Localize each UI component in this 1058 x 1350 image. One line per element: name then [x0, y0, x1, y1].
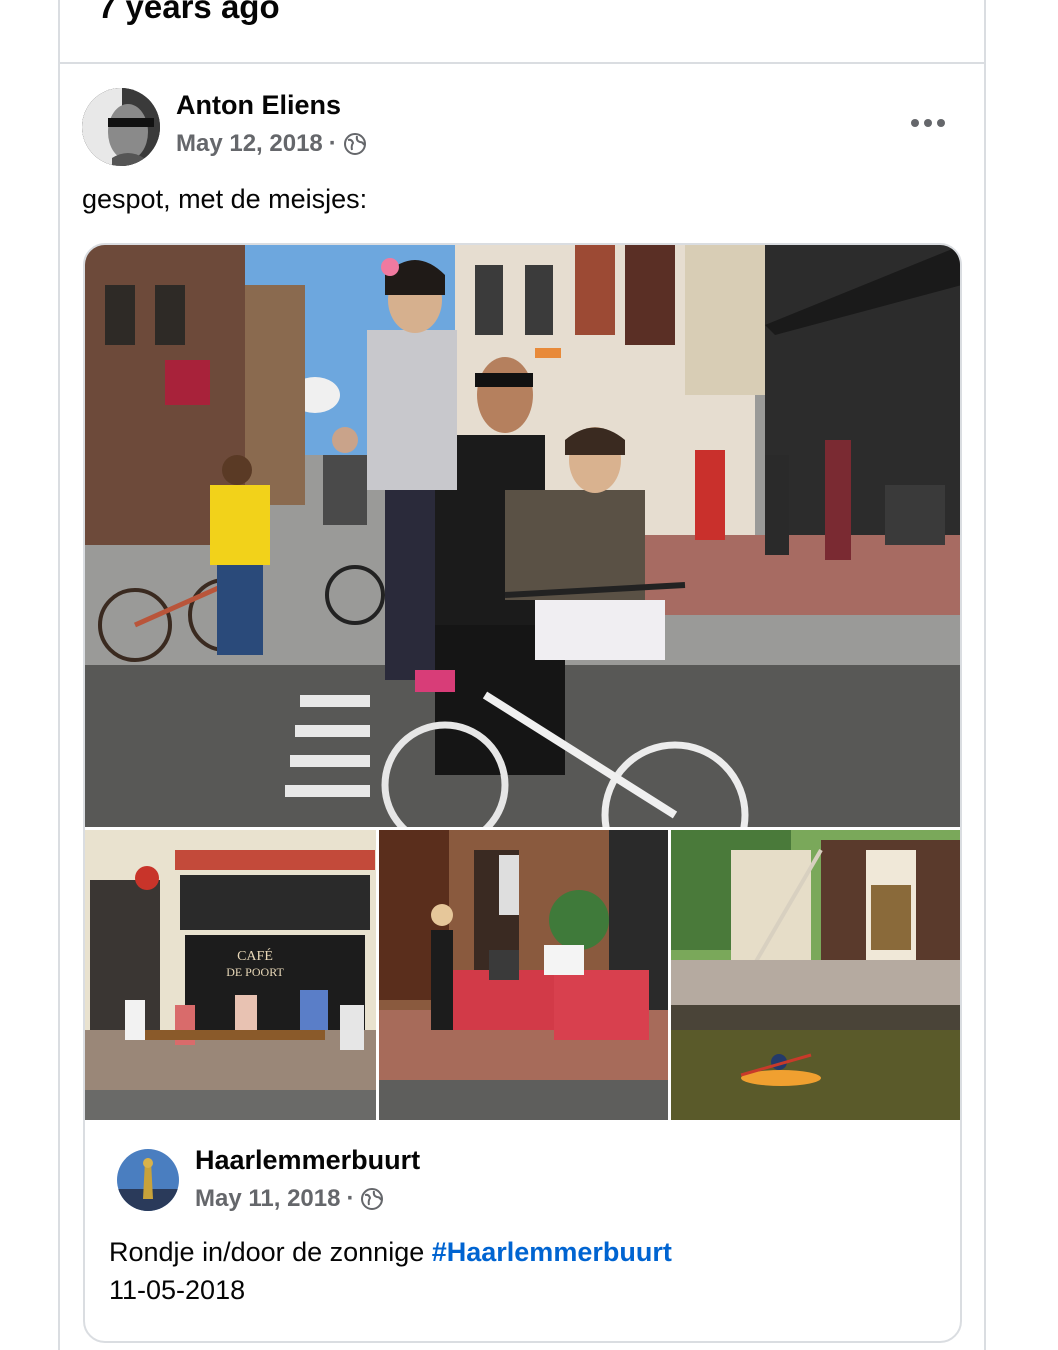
svg-text:DE POORT: DE POORT — [226, 965, 284, 979]
svg-text:CAFÉ: CAFÉ — [237, 947, 273, 964]
globe-icon — [343, 133, 366, 155]
shared-author[interactable]: Haarlemmerbuurt — [195, 1145, 420, 1176]
photo-canal-kayak[interactable] — [671, 830, 960, 1120]
shared-text-line1: Rondje in/door de zonnige #Haarlemmerbuu… — [109, 1233, 672, 1271]
more-options-icon — [911, 119, 945, 127]
post-meta: May 12, 2018 · — [176, 130, 367, 158]
hashtag-link[interactable]: #Haarlemmerbuurt — [432, 1237, 672, 1267]
photo-cafe-de-poort[interactable]: CAFÉ DE POORT — [85, 830, 376, 1120]
shared-author-avatar[interactable] — [117, 1149, 179, 1211]
shared-text-line2: 11-05-2018 — [109, 1275, 246, 1305]
shared-post[interactable]: CAFÉ DE POORT Haarlemmerbuurt May 11, 20… — [83, 243, 962, 1343]
post-author[interactable]: Anton Eliens — [176, 90, 341, 121]
shared-meta: May 11, 2018 · — [195, 1185, 384, 1213]
author-avatar[interactable] — [82, 88, 160, 166]
photo-terrace-red-tables[interactable] — [379, 830, 668, 1120]
meta-separator: · — [328, 130, 337, 157]
memory-header: 7 years ago — [98, 0, 280, 25]
shared-text: Rondje in/door de zonnige #Haarlemmerbuu… — [109, 1233, 672, 1309]
shared-text-prefix: Rondje in/door de zonnige — [109, 1237, 432, 1267]
post-text: gespot, met de meisjes: — [82, 184, 368, 214]
more-options-button[interactable] — [906, 108, 950, 138]
meta-separator: · — [346, 1185, 355, 1212]
shared-date[interactable]: May 11, 2018 — [195, 1185, 340, 1213]
globe-icon — [361, 1188, 384, 1210]
post-date[interactable]: May 12, 2018 — [176, 130, 323, 158]
divider — [60, 62, 984, 64]
photo-street-bicycle[interactable] — [85, 245, 960, 827]
